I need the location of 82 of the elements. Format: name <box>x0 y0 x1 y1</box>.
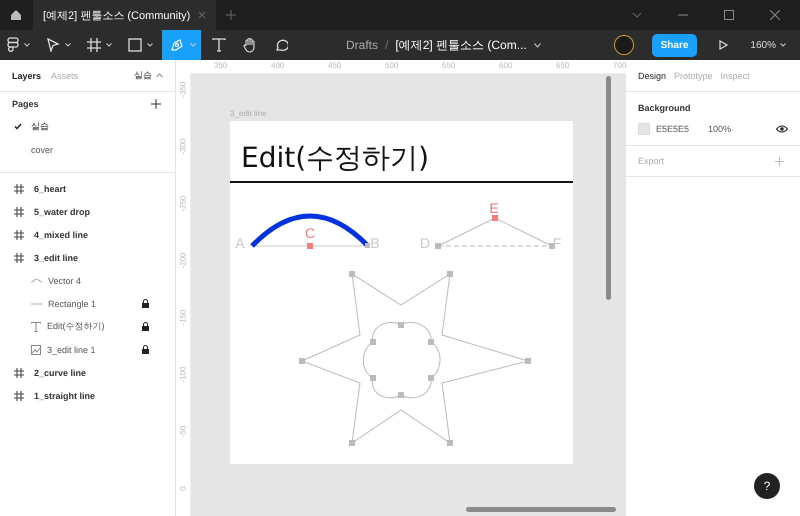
square-icon <box>128 38 142 52</box>
hash-icon <box>14 230 24 240</box>
page-item[interactable]: cover <box>0 138 175 161</box>
lock-icon[interactable] <box>142 299 149 308</box>
add-tab-icon[interactable] <box>226 10 236 20</box>
ruler-label: -150 <box>178 308 188 328</box>
ruler-label: -350 <box>178 80 188 100</box>
layer-item[interactable]: Rectangle 1 <box>0 292 175 315</box>
close-icon[interactable] <box>198 11 206 19</box>
arc-drawing[interactable] <box>250 214 370 249</box>
image-icon <box>31 344 41 354</box>
layer-item[interactable]: 2_curve line <box>0 361 175 384</box>
opacity-field[interactable]: 100% <box>708 124 732 134</box>
section-title: Export <box>638 156 664 166</box>
ruler-label: 500 <box>385 61 398 70</box>
layer-item[interactable]: 3_edit line <box>0 246 175 269</box>
hash-icon <box>87 38 101 52</box>
pen-icon <box>169 37 185 53</box>
lock-icon[interactable] <box>142 345 149 354</box>
document-tab[interactable]: [예제2] 펜툴소스 (Community) <box>33 0 216 30</box>
help-button[interactable]: ? <box>754 473 780 499</box>
layer-item[interactable]: Edit(수정하기) <box>0 315 175 338</box>
page-item[interactable]: 실습 <box>0 115 175 138</box>
ruler-label: 400 <box>271 61 284 70</box>
ruler-label: -100 <box>178 366 188 385</box>
ruler-label: 700 <box>613 61 626 70</box>
hash-icon <box>14 184 24 194</box>
color-hex-field[interactable]: E5E5E5 <box>656 124 708 134</box>
layer-item[interactable]: Vector 4 <box>0 269 175 292</box>
play-icon[interactable] <box>719 40 728 50</box>
layer-item[interactable]: 4_mixed line <box>0 223 175 246</box>
close-icon[interactable] <box>770 10 780 20</box>
home-icon[interactable] <box>10 9 22 21</box>
star-drawing[interactable] <box>299 271 531 446</box>
page-switcher[interactable]: 실습 <box>134 69 152 82</box>
text-icon <box>31 322 41 332</box>
chevron-up-icon[interactable] <box>156 73 163 78</box>
path-separator: / <box>385 38 388 52</box>
ruler-label: 450 <box>328 61 342 70</box>
ruler-label: 550 <box>442 61 456 70</box>
minimize-icon[interactable] <box>678 14 688 16</box>
curve-icon <box>31 278 42 283</box>
section-title: Background <box>638 103 692 113</box>
add-icon[interactable] <box>151 99 161 109</box>
zoom-dropdown[interactable]: 160% <box>750 40 776 50</box>
ruler-label: 350 <box>214 61 228 70</box>
breadcrumb-link[interactable]: Drafts <box>346 38 378 52</box>
hash-icon <box>14 368 24 378</box>
lock-icon[interactable] <box>142 322 149 331</box>
layer-item[interactable]: 6_heart <box>0 177 175 200</box>
panel-tab[interactable]: Design <box>638 70 666 80</box>
point-label: E <box>489 200 499 216</box>
layer-item[interactable]: 3_edit line 1 <box>0 338 175 361</box>
ruler-label: 0 <box>178 485 188 493</box>
hash-icon <box>14 206 24 216</box>
layer-item[interactable]: 5_water drop <box>0 200 175 223</box>
text-icon <box>212 38 226 52</box>
line-icon <box>31 302 42 304</box>
panel-tab[interactable]: Layers <box>12 70 42 80</box>
ruler-label: -300 <box>178 138 188 157</box>
eye-icon[interactable] <box>776 125 788 133</box>
point-label: C <box>304 225 316 241</box>
section-title: Pages <box>12 99 39 109</box>
color-swatch[interactable] <box>638 123 650 135</box>
scrollbar[interactable] <box>466 507 616 512</box>
layer-item[interactable]: 1_straight line <box>0 384 175 407</box>
hash-icon <box>14 252 24 262</box>
avatar[interactable] <box>614 35 634 55</box>
ruler-label: -250 <box>178 194 188 214</box>
ruler-label: 650 <box>556 61 570 70</box>
logo-icon <box>7 37 19 53</box>
pointer-icon <box>46 38 60 52</box>
maximize-icon[interactable] <box>724 10 734 20</box>
scrollbar[interactable] <box>606 76 611 300</box>
ruler-label: 600 <box>499 61 512 70</box>
hash-icon <box>14 390 24 400</box>
ruler-label: -50 <box>178 424 188 440</box>
checkmark-icon <box>14 123 22 130</box>
file-name[interactable]: [예제2] 펜툴소스 (Com... <box>395 36 527 54</box>
heading-text[interactable]: Edit(수정하기) <box>241 139 430 177</box>
speech-bubble-icon <box>274 38 288 52</box>
ruler-label: -200 <box>178 252 188 271</box>
